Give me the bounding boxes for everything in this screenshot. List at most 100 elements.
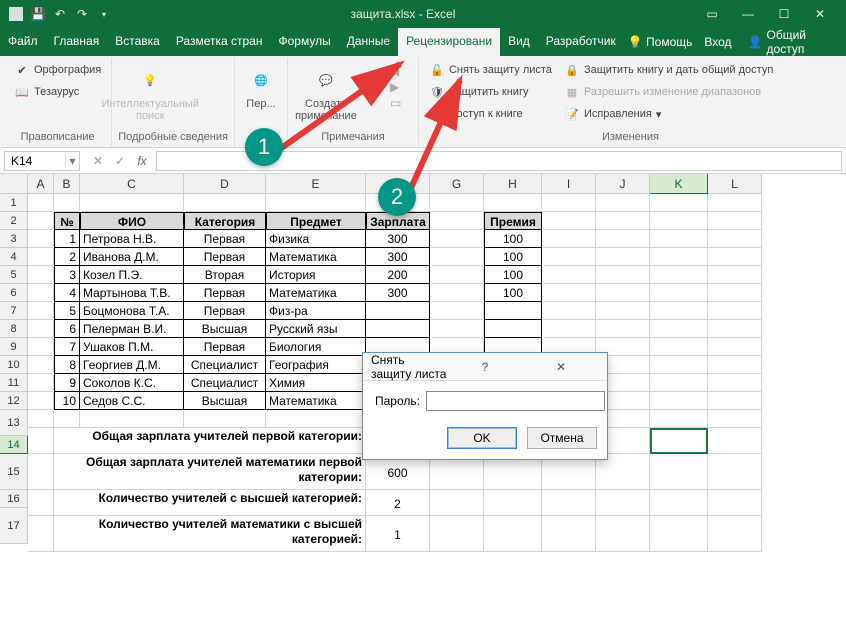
cell[interactable] [430,516,484,552]
cell[interactable]: Общая зарплата учителей первой категории… [54,428,366,454]
cell[interactable] [542,302,596,320]
cell[interactable] [596,230,650,248]
row-header-15[interactable]: 15 [0,454,28,490]
cell[interactable]: 100 [484,248,542,266]
cell[interactable] [596,212,650,230]
cell[interactable]: Химия [266,374,366,392]
cell[interactable]: Категория [184,212,266,230]
cell[interactable] [708,212,762,230]
cell[interactable] [484,320,542,338]
col-header-A[interactable]: A [28,174,54,194]
tab-layout[interactable]: Разметка стран [168,28,271,56]
cell[interactable] [596,266,650,284]
cell[interactable]: Математика [266,284,366,302]
cell[interactable] [708,428,762,454]
name-box[interactable] [5,152,65,170]
cell[interactable] [650,356,708,374]
namebox-dropdown-icon[interactable]: ▾ [65,154,79,168]
undo-icon[interactable]: ↶ [52,6,68,22]
cell[interactable] [28,392,54,410]
cell[interactable]: 1 [54,230,80,248]
cell[interactable]: Специалист [184,356,266,374]
cell[interactable]: Мартынова Т.В. [80,284,184,302]
row-header-17[interactable]: 17 [0,508,28,544]
maximize-icon[interactable]: ☐ [772,2,796,26]
cell[interactable]: Количество учителей математики с высшей … [54,516,366,552]
select-all-button[interactable] [0,174,28,194]
cell[interactable] [596,320,650,338]
save-icon[interactable]: 💾 [30,6,46,22]
cell[interactable] [28,428,54,454]
redo-icon[interactable]: ↷ [74,6,90,22]
cell[interactable] [28,194,54,212]
cell[interactable] [708,338,762,356]
cell[interactable] [542,230,596,248]
cell[interactable] [650,454,708,490]
cell[interactable]: Высшая [184,392,266,410]
row-header-7[interactable]: 7 [0,302,28,320]
cell[interactable] [430,284,484,302]
cell[interactable] [366,302,430,320]
cell[interactable] [430,266,484,284]
cell[interactable] [542,490,596,516]
cell[interactable]: Первая [184,284,266,302]
qat-dropdown-icon[interactable]: ▾ [96,6,112,22]
cell[interactable] [542,212,596,230]
cancel-formula-icon[interactable]: ✕ [88,154,108,168]
cell[interactable] [430,302,484,320]
cell[interactable] [28,230,54,248]
fx-icon[interactable]: fx [132,154,152,168]
row-header-16[interactable]: 16 [0,490,28,508]
spelling-button[interactable]: ✔Орфография [10,60,105,80]
ok-button[interactable]: OK [447,427,517,449]
cell[interactable] [28,302,54,320]
tab-data[interactable]: Данные [339,28,398,56]
cell[interactable] [28,320,54,338]
cell[interactable]: Иванова Д.М. [80,248,184,266]
cell[interactable]: Вторая [184,266,266,284]
cell[interactable] [184,194,266,212]
cell[interactable]: 9 [54,374,80,392]
cell[interactable] [708,248,762,266]
cell[interactable]: Физика [266,230,366,248]
cell[interactable] [542,266,596,284]
cell[interactable] [708,320,762,338]
cell[interactable] [650,410,708,428]
tab-signin[interactable]: Вход [700,29,735,55]
cell[interactable]: Математика [266,248,366,266]
col-header-E[interactable]: E [266,174,366,194]
col-header-I[interactable]: I [542,174,596,194]
cell[interactable]: Пелерман В.И. [80,320,184,338]
cell[interactable] [484,516,542,552]
cell[interactable] [650,302,708,320]
enter-formula-icon[interactable]: ✓ [110,154,130,168]
cell[interactable]: 2 [54,248,80,266]
row-header-4[interactable]: 4 [0,248,28,266]
cell[interactable] [266,410,366,428]
col-header-C[interactable]: C [80,174,184,194]
cell[interactable] [430,248,484,266]
cell[interactable] [650,428,708,454]
cell[interactable]: Биология [266,338,366,356]
cell[interactable] [708,516,762,552]
cell[interactable] [542,194,596,212]
cell[interactable] [650,230,708,248]
close-icon[interactable]: ✕ [808,2,832,26]
track-changes-button[interactable]: 📝Исправления ▾ [560,104,777,124]
cell[interactable]: Первая [184,338,266,356]
cell[interactable] [596,490,650,516]
tab-help[interactable]: 💡 Помощь [624,29,697,55]
col-header-J[interactable]: J [596,174,650,194]
cell[interactable]: 200 [366,266,430,284]
cell[interactable]: 1 [366,516,430,552]
tab-file[interactable]: Файл [0,28,46,56]
cell[interactable]: Георгиев Д.М. [80,356,184,374]
cell[interactable] [28,356,54,374]
cell[interactable] [28,490,54,516]
dialog-close-button[interactable]: ✕ [523,360,599,374]
cell[interactable] [708,410,762,428]
smart-lookup-button[interactable]: 💡 Интеллектуальный поиск [118,60,182,126]
cell[interactable] [54,410,80,428]
cell[interactable]: Первая [184,230,266,248]
ribbon-options-icon[interactable]: ▭ [700,2,724,26]
